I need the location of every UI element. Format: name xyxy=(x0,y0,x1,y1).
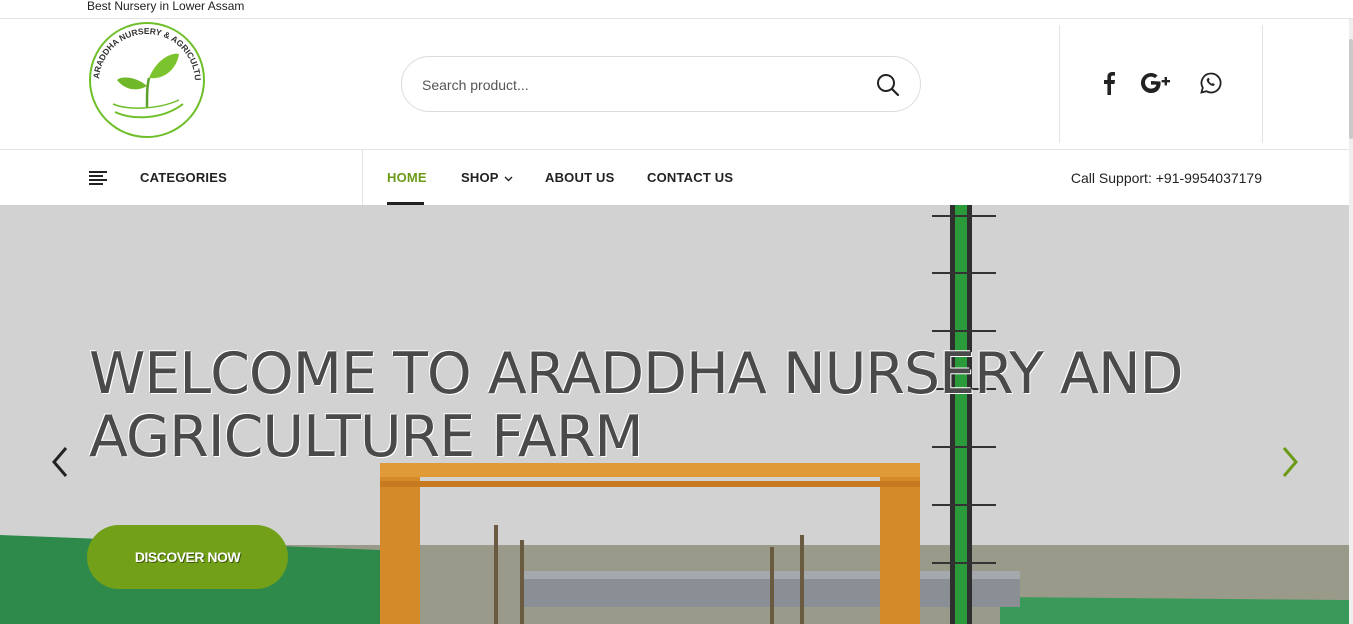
top-bar: Best Nursery in Lower Assam xyxy=(0,0,1353,19)
chevron-down-icon xyxy=(504,176,513,182)
nav-about-us[interactable]: ABOUT US xyxy=(545,170,615,185)
slider-prev-arrow-icon[interactable] xyxy=(48,445,72,479)
main-nav: CATEGORIES HOME SHOP ABOUT US CONTACT US… xyxy=(0,150,1353,205)
call-support[interactable]: Call Support: +91-9954037179 xyxy=(1071,170,1262,186)
nav-shop-label: SHOP xyxy=(461,170,499,185)
whatsapp-icon[interactable] xyxy=(1199,70,1223,96)
facebook-icon[interactable] xyxy=(1100,70,1118,96)
categories-label: CATEGORIES xyxy=(140,170,227,185)
page-scrollbar[interactable] xyxy=(1349,19,1353,624)
google-plus-icon[interactable] xyxy=(1140,70,1174,96)
search-input[interactable] xyxy=(422,73,862,97)
discover-now-button[interactable]: DISCOVER NOW xyxy=(87,525,288,589)
categories-toggle[interactable]: CATEGORIES xyxy=(87,150,363,205)
hero-title: WELCOME TO ARADDHA NURSERY AND AGRICULTU… xyxy=(89,341,1184,470)
social-links xyxy=(1059,25,1263,143)
nav-home[interactable]: HOME xyxy=(387,170,427,185)
site-header: ARADDHA NURSERY & AGRICULTURE FARM xyxy=(0,12,1353,150)
tagline: Best Nursery in Lower Assam xyxy=(87,0,245,13)
hero-slider: WELCOME TO ARADDHA NURSERY AND AGRICULTU… xyxy=(0,205,1349,624)
slider-next-arrow-icon[interactable] xyxy=(1278,445,1302,479)
search-icon[interactable] xyxy=(874,71,902,99)
site-logo[interactable]: ARADDHA NURSERY & AGRICULTURE FARM xyxy=(83,12,207,140)
nav-shop[interactable]: SHOP xyxy=(461,170,513,185)
nav-contact-us[interactable]: CONTACT US xyxy=(647,170,733,185)
scrollbar-thumb[interactable] xyxy=(1349,39,1353,139)
logo-text: ARADDHA NURSERY & AGRICULTURE FARM xyxy=(83,12,203,81)
logo-emblem: ARADDHA NURSERY & AGRICULTURE FARM xyxy=(83,12,205,138)
search-box xyxy=(401,56,921,112)
svg-text:ARADDHA NURSERY & AGRICULTURE: ARADDHA NURSERY & AGRICULTURE FARM xyxy=(87,20,203,81)
menu-icon[interactable] xyxy=(89,171,107,185)
